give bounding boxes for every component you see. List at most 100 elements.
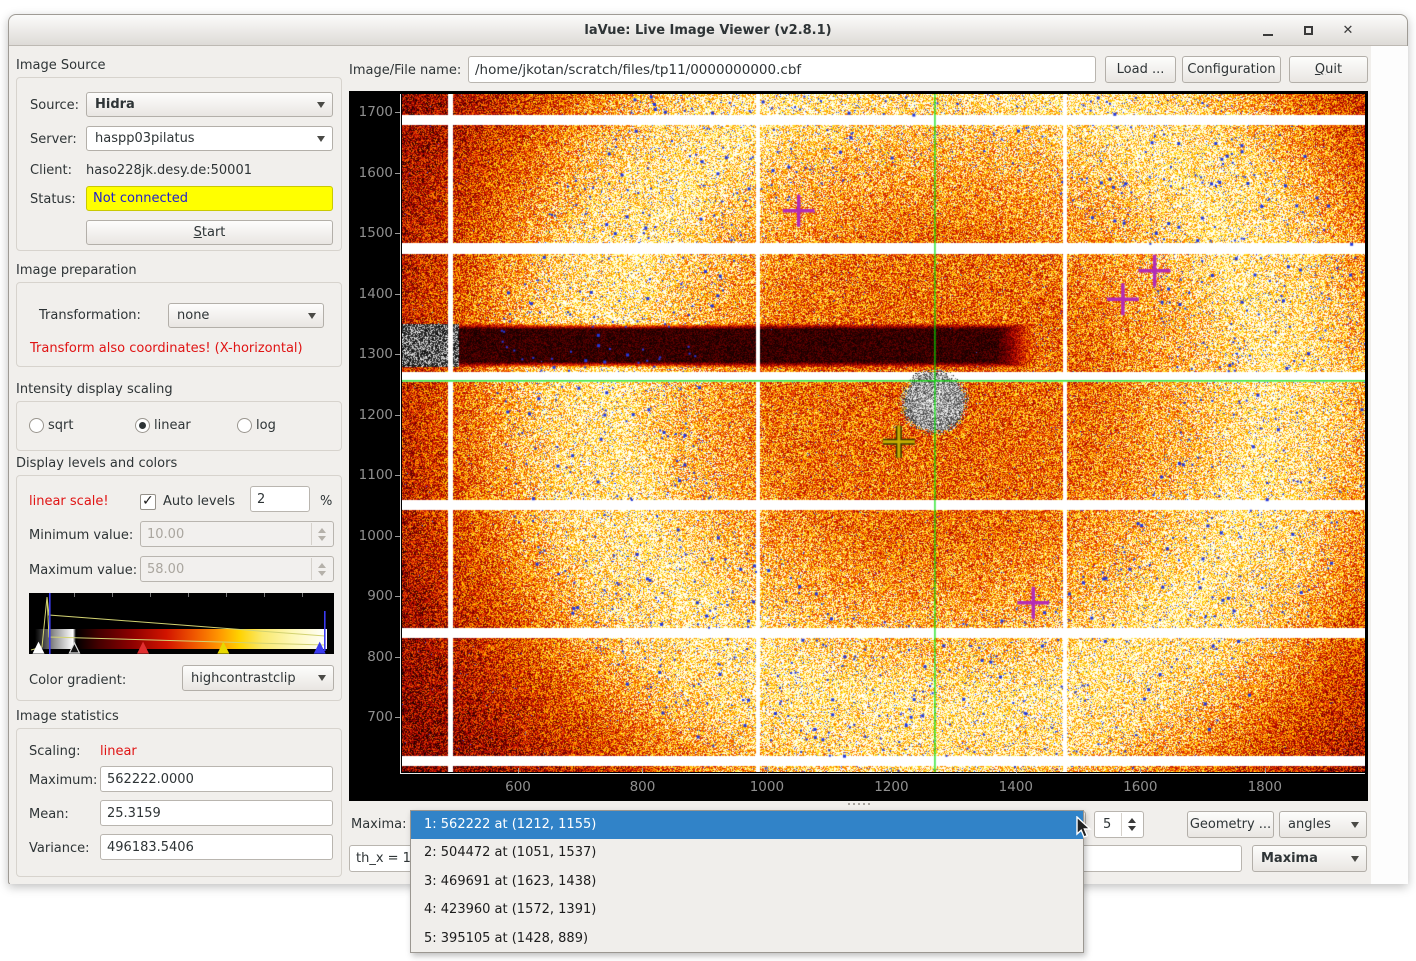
maxima-dropdown-item[interactable]: 2: 504472 at (1051, 1537) <box>411 839 1083 867</box>
display-levels-section-title: Display levels and colors <box>16 456 177 471</box>
stats-maximum-label: Maximum: <box>29 773 97 788</box>
status-label: Status: <box>30 192 76 207</box>
x-axis-line <box>400 773 1365 774</box>
close-icon[interactable]: ✕ <box>1337 20 1359 42</box>
y-axis-tick-label: 1400 <box>349 286 393 302</box>
client-label: Client: <box>30 163 72 178</box>
x-axis-tick-label: 1200 <box>869 779 913 795</box>
main-content: Image Source Source: Hidra Server: haspp… <box>10 46 1408 884</box>
detector-image-plot[interactable]: 6008001000120014001600180070080090010001… <box>349 91 1368 801</box>
x-axis-tick <box>1265 768 1266 773</box>
file-name-input[interactable]: /home/jkotan/scratch/files/tp11/00000000… <box>468 56 1096 83</box>
window-title: laVue: Live Image Viewer (v2.8.1) <box>9 15 1407 46</box>
y-axis-tick <box>395 233 400 234</box>
chevron-down-icon <box>1351 856 1359 862</box>
image-statistics-section-title: Image statistics <box>16 709 119 724</box>
y-axis-tick <box>395 475 400 476</box>
chevron-down-icon <box>1351 822 1359 828</box>
transformation-value: none <box>177 308 209 323</box>
start-button[interactable]: Start <box>86 220 333 245</box>
histogram-widget[interactable] <box>29 593 334 654</box>
minimize-icon[interactable] <box>1257 20 1279 42</box>
status-value: Not connected <box>86 186 333 211</box>
auto-levels-percent-input[interactable]: 2 <box>250 486 310 512</box>
maxima-count-value: 5 <box>1103 817 1111 832</box>
maxima-dropdown-item[interactable]: 4: 423960 at (1572, 1391) <box>411 896 1083 924</box>
maximize-icon[interactable] <box>1297 20 1319 42</box>
stats-scaling-label: Scaling: <box>29 744 80 759</box>
histogram-svg <box>29 593 334 654</box>
maxima-dropdown-item[interactable]: 5: 395105 at (1428, 889) <box>411 925 1083 953</box>
right-margin <box>1371 46 1408 884</box>
image-source-section-title: Image Source <box>16 58 106 73</box>
spin-arrows-icon[interactable] <box>311 558 332 580</box>
minimum-value-spinbox[interactable]: 10.00 <box>140 521 334 547</box>
transform-warning-text: Transform also coordinates! (X-horizonta… <box>30 341 303 356</box>
client-value: haso228jk.desy.de:50001 <box>86 163 252 178</box>
tool-value: Maxima <box>1261 851 1318 866</box>
maximum-value-label: Maximum value: <box>29 563 137 578</box>
maximum-value-spinbox[interactable]: 58.00 <box>140 556 334 582</box>
splitter-handle[interactable] <box>848 803 870 805</box>
maxima-dropdown-item[interactable]: 1: 562222 at (1212, 1155) <box>411 811 1083 839</box>
spin-arrows-icon[interactable] <box>1121 813 1142 836</box>
stats-variance-label: Variance: <box>29 841 90 856</box>
geometry-button[interactable]: Geometry ... <box>1187 811 1274 838</box>
y-axis-tick <box>395 294 400 295</box>
source-combobox[interactable]: Hidra <box>86 92 333 117</box>
x-axis-tick <box>891 768 892 773</box>
chevron-down-icon <box>318 675 326 681</box>
server-label: Server: <box>30 132 77 147</box>
stats-maximum-value[interactable]: 562222.0000 <box>100 766 333 792</box>
x-axis-tick-label: 1400 <box>994 779 1038 795</box>
y-axis-tick <box>395 415 400 416</box>
mouse-cursor-icon <box>1076 816 1094 844</box>
minimum-value: 10.00 <box>147 527 184 542</box>
quit-button[interactable]: Quit <box>1289 56 1368 83</box>
y-axis-tick-label: 1700 <box>349 104 393 120</box>
server-value: haspp03pilatus <box>95 131 195 146</box>
scaling-radio-linear[interactable] <box>135 418 150 433</box>
stats-mean-value[interactable]: 25.3159 <box>100 800 333 826</box>
stats-variance-value[interactable]: 496183.5406 <box>100 834 333 860</box>
transformation-label: Transformation: <box>39 308 141 323</box>
y-axis-tick <box>395 536 400 537</box>
load-button[interactable]: Load ... <box>1105 56 1176 83</box>
units-value: angles <box>1288 817 1331 832</box>
auto-levels-checkbox[interactable] <box>140 494 156 510</box>
spin-arrows-icon[interactable] <box>311 523 332 545</box>
scaling-radio-sqrt[interactable] <box>29 418 44 433</box>
y-axis-tick-label: 1600 <box>349 165 393 181</box>
minimum-value-label: Minimum value: <box>29 528 133 543</box>
y-axis-tick <box>395 717 400 718</box>
x-axis-tick <box>1140 768 1141 773</box>
y-axis-tick <box>395 173 400 174</box>
auto-levels-label: Auto levels <box>163 494 235 509</box>
configuration-button[interactable]: Configuration <box>1182 56 1281 83</box>
units-combobox[interactable]: angles <box>1279 811 1367 838</box>
linear-scale-note: linear scale! <box>29 494 109 509</box>
maxima-dropdown-item[interactable]: 3: 469691 at (1623, 1438) <box>411 868 1083 896</box>
detector-image-canvas[interactable] <box>402 94 1365 772</box>
x-axis-tick-label: 1800 <box>1243 779 1287 795</box>
chevron-down-icon <box>308 313 316 319</box>
maxima-count-spinbox[interactable]: 5 <box>1094 811 1144 838</box>
x-axis-tick-label: 800 <box>620 779 664 795</box>
y-axis-tick-label: 1300 <box>349 346 393 362</box>
app-window: laVue: Live Image Viewer (v2.8.1) ✕ Imag… <box>8 14 1408 884</box>
color-gradient-combobox[interactable]: highcontrastclip <box>182 665 334 691</box>
chevron-down-icon <box>317 136 325 142</box>
x-axis-tick <box>767 768 768 773</box>
y-axis-tick-label: 1100 <box>349 467 393 483</box>
tool-combobox[interactable]: Maxima <box>1252 845 1367 872</box>
server-combobox[interactable]: haspp03pilatus <box>86 126 333 151</box>
scaling-radio-label-linear: linear <box>154 418 191 433</box>
scaling-radio-log[interactable] <box>237 418 252 433</box>
y-axis-tick <box>395 596 400 597</box>
desktop: laVue: Live Image Viewer (v2.8.1) ✕ Imag… <box>0 0 1416 961</box>
transformation-combobox[interactable]: none <box>168 303 324 328</box>
y-axis-line <box>400 94 401 774</box>
titlebar[interactable]: laVue: Live Image Viewer (v2.8.1) ✕ <box>9 15 1407 46</box>
x-axis-tick-label: 1000 <box>745 779 789 795</box>
y-axis-tick-label: 900 <box>349 588 393 604</box>
